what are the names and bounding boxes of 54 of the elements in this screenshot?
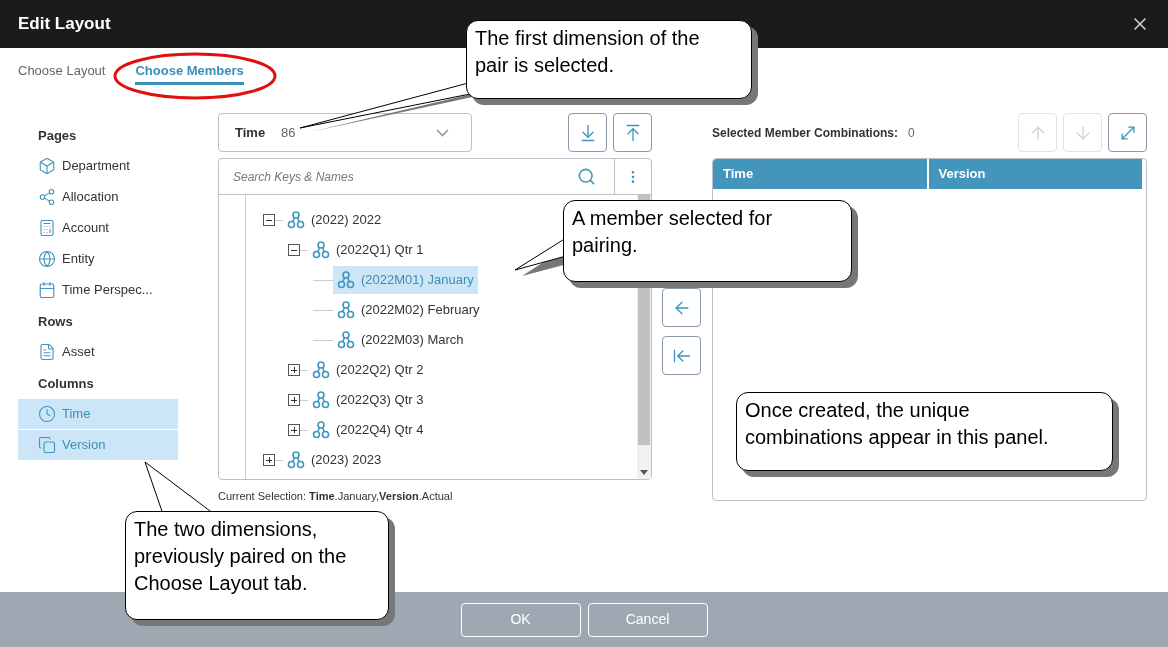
- hierarchy-icon: [312, 391, 330, 409]
- expand-toggle[interactable]: [288, 364, 300, 376]
- document-icon: [38, 343, 56, 361]
- tree-item[interactable]: (2022M03) March: [333, 326, 468, 354]
- add-up-button[interactable]: [613, 113, 652, 152]
- sidebar-item[interactable]: Account: [18, 213, 178, 243]
- hierarchy-icon: [312, 361, 330, 379]
- combinations-count: 0: [908, 124, 915, 142]
- expand-toggle[interactable]: [288, 394, 300, 406]
- sidebar-item[interactable]: Asset: [18, 337, 178, 367]
- search-icon[interactable]: [577, 167, 596, 186]
- current-selection: Current Selection: Time.January,Version.Actual: [218, 489, 454, 504]
- move-all-left-button[interactable]: [662, 336, 701, 375]
- sidebar-item[interactable]: Entity: [18, 244, 178, 274]
- tree-item[interactable]: (2022Q1) Qtr 1: [308, 236, 428, 264]
- tree-item[interactable]: (2022Q2) Qtr 2: [308, 356, 428, 384]
- tree-item[interactable]: (2023) 2023: [283, 446, 386, 474]
- sidebar-item[interactable]: Department: [18, 151, 178, 181]
- sidebar-item[interactable]: Time Perspec...: [18, 275, 178, 305]
- section-heading: Pages: [37, 126, 78, 145]
- collapse-toggle[interactable]: [288, 244, 300, 256]
- hierarchy-icon: [312, 421, 330, 439]
- chevron-down-icon: [436, 128, 449, 137]
- section-heading: Columns: [37, 374, 95, 393]
- tree-item[interactable]: (2022Q3) Qtr 3: [308, 386, 428, 414]
- calendar-icon: [38, 281, 56, 299]
- copy-icon: [38, 436, 56, 454]
- hierarchy-icon: [337, 301, 355, 319]
- share-icon: [38, 188, 56, 206]
- move-left-button[interactable]: [662, 288, 701, 327]
- sidebar-item[interactable]: Allocation: [18, 182, 178, 212]
- calculator-icon: [38, 219, 56, 237]
- add-down-button[interactable]: [568, 113, 607, 152]
- globe-icon: [38, 250, 56, 268]
- hierarchy-icon: [337, 271, 355, 289]
- box-icon: [38, 157, 56, 175]
- section-heading: Rows: [37, 312, 74, 331]
- combinations-label: Selected Member Combinations:: [712, 124, 899, 142]
- dimension-select[interactable]: Time 86: [218, 113, 472, 152]
- hierarchy-icon: [287, 451, 305, 469]
- clock-icon: [38, 405, 56, 423]
- hierarchy-icon: [337, 331, 355, 349]
- tree-item[interactable]: (2022M02) February: [333, 296, 484, 324]
- tree-item[interactable]: (2022Q4) Qtr 4: [308, 416, 428, 444]
- hierarchy-icon: [312, 241, 330, 259]
- expand-toggle[interactable]: [263, 454, 275, 466]
- expand-button[interactable]: [1108, 113, 1147, 152]
- hierarchy-icon: [287, 211, 305, 229]
- window-title: Edit Layout: [18, 13, 111, 36]
- collapse-toggle[interactable]: [263, 214, 275, 226]
- tab[interactable]: Choose Layout: [18, 60, 106, 86]
- expand-toggle[interactable]: [288, 424, 300, 436]
- search-field[interactable]: Search Keys & Names: [219, 159, 577, 194]
- tree-item[interactable]: (2022) 2022: [283, 206, 386, 234]
